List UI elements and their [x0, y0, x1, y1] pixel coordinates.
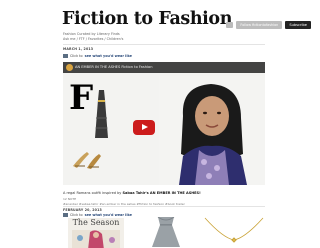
book-cover-art	[72, 230, 120, 248]
video-title-bar: AN EMBER IN THE ASHES Fiction to Fashion	[63, 62, 265, 73]
post-date: MARCH 1, 2013	[63, 47, 94, 51]
video-link[interactable]: Click to see what you'd wear like	[63, 54, 132, 58]
blog-title[interactable]: Fiction to Fashion	[62, 9, 232, 29]
dress-image[interactable]	[136, 217, 196, 247]
menu-icon[interactable]	[226, 22, 234, 28]
divider	[63, 206, 265, 207]
divider	[63, 44, 265, 45]
presenter-image	[159, 76, 265, 185]
top-buttons: Follow fictiontofashion Subscribe	[226, 21, 311, 29]
video-link-prefix: Click to	[70, 54, 83, 58]
fiction-f-logo: F	[69, 78, 94, 118]
video-title[interactable]: AN EMBER IN THE ASHES Fiction to Fashion	[75, 65, 153, 69]
book-cover-image[interactable]: The Season	[68, 218, 124, 248]
necklace-image[interactable]	[203, 216, 265, 246]
post-caption: A regal Romans outfit inspired by Sabaa …	[63, 191, 201, 195]
caption-book-link[interactable]: Sabaa Tahir's AN EMBER IN THE ASHES!	[123, 191, 201, 195]
post-date: FEBRUARY 20, 2013	[63, 208, 102, 212]
video-player[interactable]: AN EMBER IN THE ASHES Fiction to Fashion…	[63, 62, 265, 185]
curated-by-text: Fashion Curated by Literary Finds	[63, 32, 120, 36]
dress-image	[95, 90, 108, 138]
nav-links[interactable]: Ask me / FTF / Favorites / Children's	[63, 37, 123, 41]
follow-button[interactable]: Follow fictiontofashion	[236, 21, 283, 29]
channel-avatar	[66, 64, 73, 71]
video-thumb-icon	[63, 213, 68, 217]
sandals-image	[73, 152, 101, 169]
play-button[interactable]	[133, 120, 155, 135]
video-thumb-icon	[63, 54, 68, 58]
note-count[interactable]: 12 NOTE	[63, 197, 76, 201]
video-link[interactable]: Click to see what you'd wear like	[63, 213, 132, 217]
caption-prefix: A regal Romans outfit inspired by	[63, 191, 122, 195]
subscribe-button[interactable]: Subscribe	[285, 21, 311, 29]
video-link-prefix: Click to	[70, 213, 83, 217]
blog-page: Fiction to Fashion Follow fictiontofashi…	[0, 0, 320, 248]
video-link-text[interactable]: see what you'd wear like	[85, 213, 132, 217]
video-link-text[interactable]: see what you'd wear like	[85, 54, 132, 58]
book-title: The Season	[72, 218, 120, 227]
